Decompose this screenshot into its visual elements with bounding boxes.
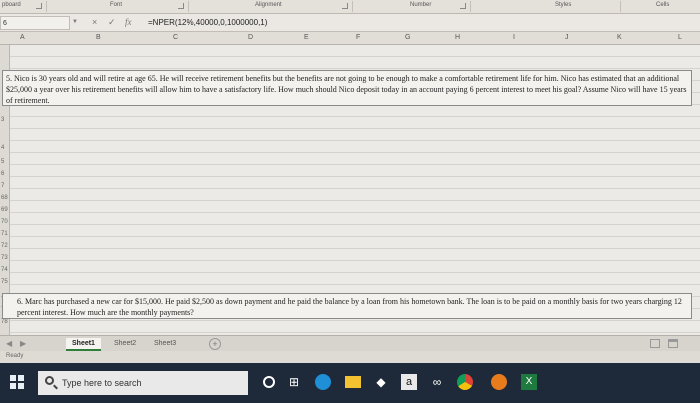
column-i[interactable]: I [513, 34, 515, 41]
page-layout-icon[interactable] [668, 339, 678, 348]
row-number[interactable]: 71 [1, 231, 8, 237]
column-c[interactable]: C [173, 34, 178, 41]
column-header: A B C D E F G H I J K L [0, 32, 700, 45]
sheet-tab-bar: ◀ ▶ Sheet1 Sheet2 Sheet3 + [0, 335, 700, 351]
tab-sheet2[interactable]: Sheet2 [108, 338, 142, 349]
search-icon [45, 376, 54, 385]
row-number[interactable]: 3 [1, 117, 4, 123]
column-h[interactable]: H [455, 34, 460, 41]
insert-function-icon[interactable]: fx [125, 17, 132, 27]
alignment-launcher-icon[interactable] [342, 3, 348, 9]
clipboard-launcher-icon[interactable] [36, 3, 42, 9]
ribbon-group-number: Number [410, 2, 432, 8]
cancel-icon[interactable]: × [92, 17, 97, 27]
column-f[interactable]: F [356, 34, 360, 41]
ribbon-group-font: Font [110, 2, 123, 8]
name-box[interactable]: 6 [0, 16, 70, 30]
row-number[interactable]: 4 [1, 145, 4, 151]
column-g[interactable]: G [405, 34, 410, 41]
row-number[interactable]: 74 [1, 267, 8, 273]
app-icon[interactable] [488, 371, 510, 393]
row-number[interactable]: 69 [1, 207, 8, 213]
enter-icon[interactable]: ✓ [108, 17, 116, 28]
column-a[interactable]: A [20, 34, 25, 41]
ribbon-divider [620, 1, 621, 12]
file-explorer-icon[interactable] [342, 371, 364, 393]
row-number[interactable]: 75 [1, 279, 8, 285]
search-placeholder: Type here to search [62, 378, 142, 388]
question-6-text: 6. Marc has purchased a new car for $15,… [17, 297, 682, 317]
row-number[interactable]: 72 [1, 243, 8, 249]
tab-sheet1[interactable]: Sheet1 [66, 338, 101, 351]
tab-sheet3[interactable]: Sheet3 [148, 338, 182, 349]
number-launcher-icon[interactable] [460, 3, 466, 9]
chrome-icon[interactable] [454, 371, 476, 393]
taskbar-search-box[interactable]: Type here to search [38, 371, 248, 395]
task-view-icon[interactable]: ⊞ [283, 371, 305, 393]
tripadvisor-icon[interactable]: ∞ [426, 371, 448, 393]
taskbar: Type here to search ⊞ ◆ a ∞ X [0, 363, 700, 403]
row-number[interactable]: 6 [1, 171, 4, 177]
dropbox-icon[interactable]: ◆ [370, 371, 392, 393]
question-5-text: 5. Nico is 30 years old and will retire … [6, 74, 687, 105]
ribbon: pboard Font Alignment Number Styles Cell… [0, 0, 700, 14]
status-text: Ready [6, 353, 24, 359]
row-number[interactable]: 68 [1, 195, 8, 201]
row-number[interactable]: 78 [1, 319, 8, 325]
status-bar: Ready [0, 351, 700, 363]
scroll-right-icon[interactable]: ▶ [20, 339, 26, 348]
column-l[interactable]: L [678, 34, 682, 41]
windows-start-icon[interactable] [10, 375, 24, 389]
cortana-icon[interactable] [258, 371, 280, 393]
question-6-textbox[interactable]: 6. Marc has purchased a new car for $15,… [2, 293, 692, 319]
ribbon-divider [352, 1, 353, 12]
formula-bar: 6 ▼ × ✓ fx =NPER(12%,40000,0,1000000,1) [0, 14, 700, 32]
scroll-left-icon[interactable]: ◀ [6, 339, 12, 348]
ribbon-divider [46, 1, 47, 12]
column-e[interactable]: E [304, 34, 309, 41]
ribbon-group-clipboard: pboard [2, 2, 21, 8]
edge-icon[interactable] [312, 371, 334, 393]
formula-input[interactable]: =NPER(12%,40000,0,1000000,1) [148, 18, 267, 27]
question-5-textbox[interactable]: 5. Nico is 30 years old and will retire … [2, 70, 692, 106]
row-number[interactable]: 70 [1, 219, 8, 225]
font-launcher-icon[interactable] [178, 3, 184, 9]
ribbon-divider [188, 1, 189, 12]
column-j[interactable]: J [565, 34, 569, 41]
row-number[interactable]: 7 [1, 183, 4, 189]
column-k[interactable]: K [617, 34, 622, 41]
row-number[interactable]: 73 [1, 255, 8, 261]
column-b[interactable]: B [96, 34, 101, 41]
ribbon-divider [470, 1, 471, 12]
ribbon-group-alignment: Alignment [255, 2, 282, 8]
column-d[interactable]: D [248, 34, 253, 41]
ribbon-group-cells: Cells [656, 2, 670, 8]
excel-icon[interactable]: X [518, 371, 540, 393]
amazon-icon[interactable]: a [398, 371, 420, 393]
row-number[interactable]: 5 [1, 159, 4, 165]
name-box-dropdown-icon[interactable]: ▼ [72, 19, 78, 25]
ribbon-group-styles: Styles [555, 2, 572, 8]
normal-view-icon[interactable] [650, 339, 660, 348]
add-sheet-icon[interactable]: + [209, 338, 221, 350]
